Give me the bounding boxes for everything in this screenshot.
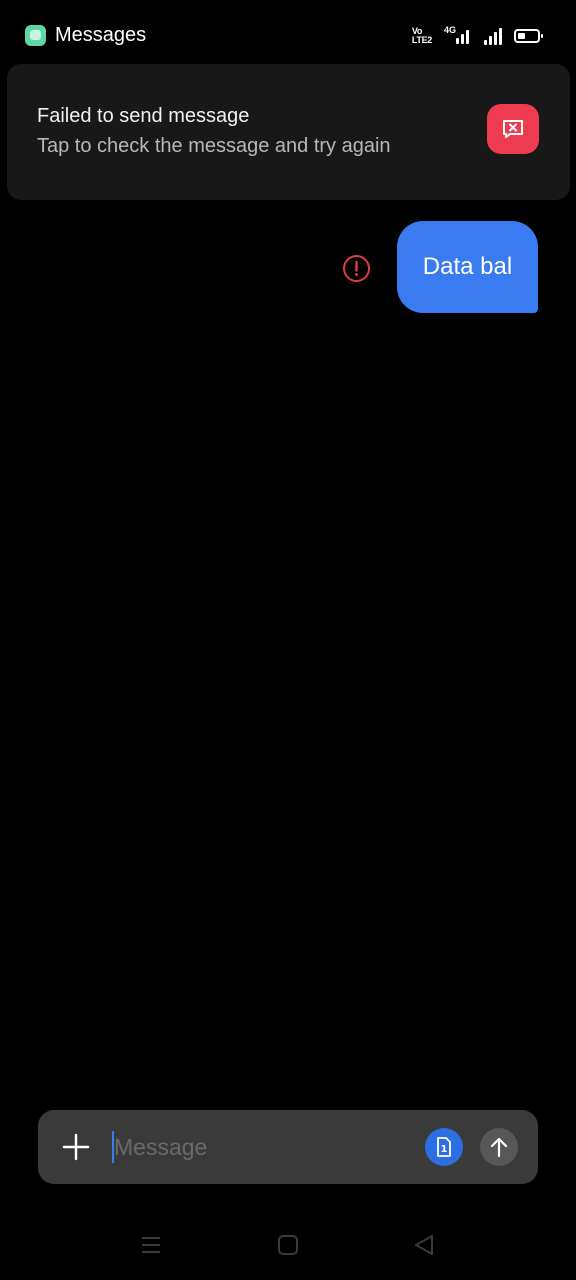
sim-select-button[interactable]: 1 [425,1128,463,1166]
back-icon [415,1235,433,1255]
battery-icon [514,29,543,43]
status-bar: Messages Vo LTE2 4G [0,0,576,72]
error-icon[interactable] [342,254,371,283]
home-icon [278,1235,298,1255]
send-failed-banner[interactable]: Failed to send message Tap to check the … [7,64,570,200]
send-arrow-icon [490,1137,508,1158]
svg-text:1: 1 [441,1144,448,1155]
status-icons: Vo LTE2 4G [411,25,543,47]
app-name: Messages [55,24,147,46]
plus-icon[interactable] [60,1131,92,1163]
home-nav-button[interactable] [276,1233,300,1257]
banner-action-button[interactable] [487,104,539,154]
message-input[interactable] [110,1128,410,1166]
network-4g-icon: 4G [444,25,472,46]
system-nav-bar [0,1215,576,1275]
send-button[interactable] [480,1128,518,1166]
menu-icon [142,1237,160,1253]
banner-title: Failed to send message [37,105,250,127]
banner-subtitle: Tap to check the message and try again [37,135,391,157]
messages-app-icon [25,25,46,46]
close-message-icon [503,120,523,138]
signal-icon [484,27,502,45]
network-label: 4G [444,25,457,35]
back-nav-button[interactable] [412,1233,436,1257]
composer-bar: 1 [38,1110,538,1184]
message-bubble[interactable]: Data bal [397,221,538,313]
volte-icon: Vo LTE2 [411,26,432,45]
menu-nav-button[interactable] [139,1233,163,1257]
sim-icon: 1 [437,1137,451,1157]
messages-screen: Messages Vo LTE2 4G Failed to send messa… [0,0,576,1280]
